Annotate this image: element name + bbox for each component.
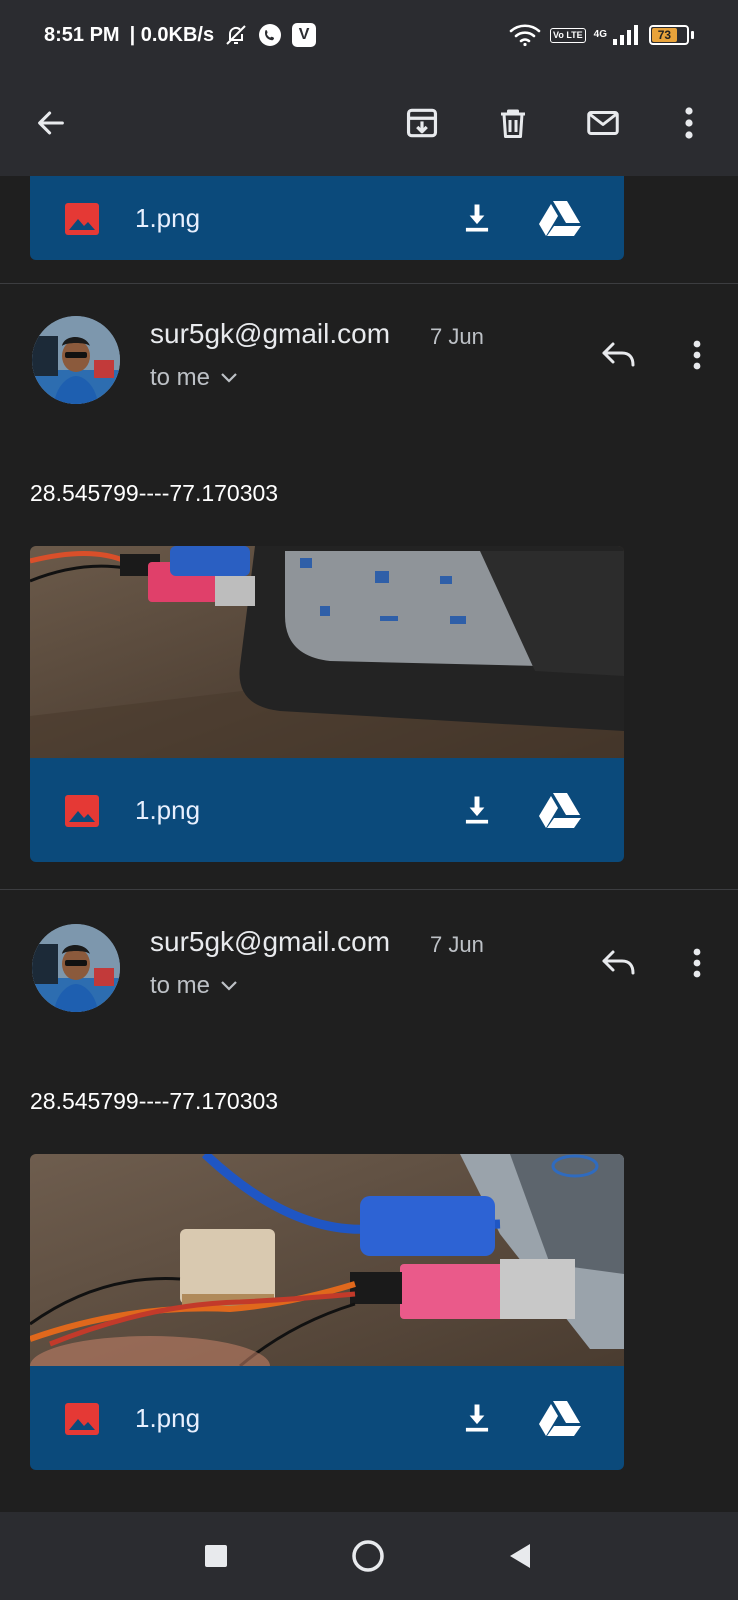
wifi-icon: [508, 23, 542, 47]
battery-level: 73: [652, 28, 677, 42]
message-body: 28.545799----77.170303: [30, 1088, 279, 1114]
whatsapp-icon: [258, 23, 282, 47]
recipients-toggle[interactable]: to me: [150, 364, 238, 392]
archive-button[interactable]: [393, 94, 451, 152]
chevron-down-icon: [221, 981, 237, 991]
recents-button[interactable]: [196, 1536, 236, 1576]
drive-icon[interactable]: [538, 788, 582, 832]
status-bar: 8:51 PM | 0.0KB/s V Vo LTE 4G 73: [0, 0, 738, 70]
download-icon[interactable]: [457, 790, 497, 830]
message-date: 7 Jun: [430, 324, 484, 349]
attachment-name: 1.png: [135, 794, 201, 825]
message-divider: [0, 283, 738, 284]
system-nav-bar: [0, 1512, 738, 1600]
attachment-bar[interactable]: 1.png: [30, 758, 624, 862]
download-icon[interactable]: [457, 198, 497, 238]
attachment-name: 1.png: [135, 202, 201, 233]
nav-back-button[interactable]: [500, 1536, 540, 1576]
attachment-bar[interactable]: 1.png: [30, 176, 624, 260]
more-vert-icon: [693, 340, 701, 370]
recipients-toggle[interactable]: to me: [150, 972, 238, 1000]
status-time: 8:51 PM: [44, 23, 120, 46]
archive-icon: [406, 108, 438, 138]
avatar[interactable]: [32, 316, 120, 404]
message-body: 28.545799----77.170303: [30, 480, 279, 506]
attachment-preview-image[interactable]: [30, 1154, 624, 1366]
more-options-button[interactable]: [660, 94, 718, 152]
more-vert-icon: [685, 107, 693, 139]
image-file-icon: [65, 1403, 99, 1435]
attachment-bar[interactable]: 1.png: [30, 1366, 624, 1470]
message-date: 7 Jun: [430, 932, 484, 957]
drive-icon[interactable]: [538, 1396, 582, 1440]
image-file-icon: [65, 795, 99, 827]
vpn-icon: V: [292, 23, 317, 47]
reply-button[interactable]: [596, 332, 642, 378]
mute-bell-icon: [224, 23, 248, 47]
mark-unread-button[interactable]: [574, 94, 632, 152]
drive-icon[interactable]: [538, 196, 582, 240]
back-triangle-icon: [510, 1544, 530, 1568]
message-more-button[interactable]: [680, 332, 714, 378]
sender-email: sur5gk@gmail.com: [150, 318, 391, 349]
mark-unread-icon: [587, 111, 619, 135]
delete-icon: [501, 109, 525, 138]
back-button[interactable]: [22, 94, 80, 152]
message-header: sur5gk@gmail.com 7 Jun to me: [0, 316, 738, 416]
battery-icon: 73: [649, 25, 694, 45]
reply-button[interactable]: [596, 940, 642, 986]
toolbar: [0, 70, 738, 176]
message-header: sur5gk@gmail.com 7 Jun to me: [0, 924, 738, 1024]
download-icon[interactable]: [457, 1398, 497, 1438]
recipient-label: to me: [150, 364, 211, 391]
gmail-thread-screen: 8:51 PM | 0.0KB/s V Vo LTE 4G 73 1.png s…: [0, 0, 738, 1600]
image-file-icon: [65, 203, 99, 235]
message-divider: [0, 889, 738, 890]
volte-icon: Vo LTE: [549, 27, 586, 43]
message-more-button[interactable]: [680, 940, 714, 986]
reply-icon: [602, 950, 635, 975]
sender-email: sur5gk@gmail.com: [150, 926, 391, 957]
recents-square-icon: [205, 1545, 227, 1567]
avatar[interactable]: [32, 924, 120, 1012]
delete-button[interactable]: [484, 94, 542, 152]
home-circle-icon: [352, 1540, 384, 1572]
status-speed: | 0.0KB/s: [129, 23, 215, 46]
home-button[interactable]: [348, 1536, 388, 1576]
network-type: 4G: [593, 29, 607, 40]
recipient-label: to me: [150, 972, 211, 999]
attachment-preview-image[interactable]: [30, 546, 624, 758]
signal-icon: [611, 24, 641, 46]
chevron-down-icon: [221, 373, 237, 383]
more-vert-icon: [693, 948, 701, 978]
thread-content: 1.png sur5gk@gmail.com 7 Jun to me 28.54…: [0, 176, 738, 1512]
back-arrow-icon: [38, 111, 64, 135]
attachment-name: 1.png: [135, 1402, 201, 1433]
reply-icon: [602, 342, 635, 367]
